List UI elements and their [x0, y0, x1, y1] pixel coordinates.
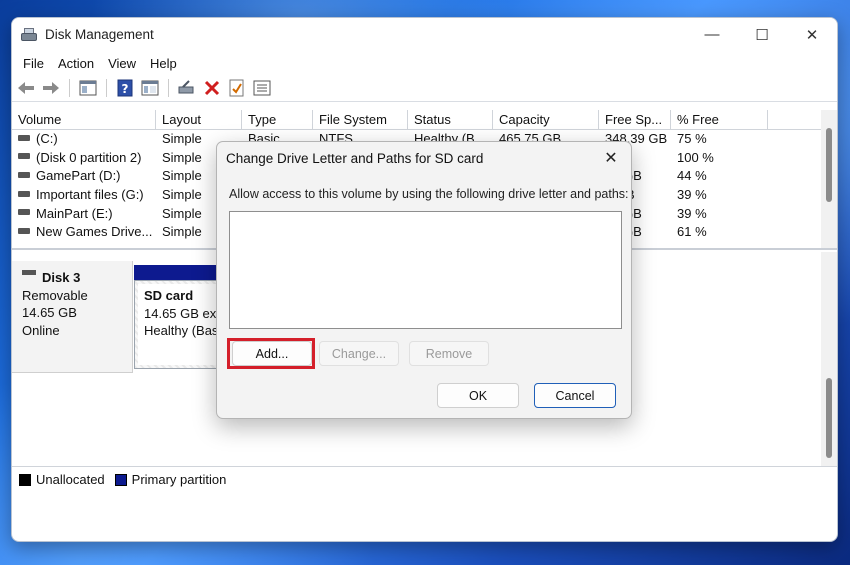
percent-free-cell: 100 % — [677, 149, 714, 165]
legend-bar: Unallocated Primary partition — [12, 466, 837, 492]
volume-cell: Important files (G:) — [12, 186, 156, 205]
volume-list-scrollbar[interactable] — [821, 110, 837, 248]
cancel-button[interactable]: Cancel — [534, 383, 616, 408]
title-bar: Disk Management — ☐ ✕ — [12, 18, 837, 51]
volume-name: GamePart (D:) — [36, 168, 121, 184]
disk-management-app-icon — [21, 27, 39, 42]
remove-button[interactable]: Remove — [409, 341, 489, 366]
disk-size: 14.65 GB — [22, 305, 77, 320]
volume-cell: (Disk 0 partition 2) — [12, 149, 156, 168]
unallocated-swatch — [19, 473, 31, 486]
volume-list-scroll-thumb[interactable] — [826, 128, 832, 202]
partition-status: Healthy (Bas — [144, 323, 219, 338]
volume-icon — [18, 153, 30, 160]
primary-partition-bar — [134, 265, 224, 280]
volume-cell: New Games Drive... — [12, 223, 156, 242]
add-button[interactable]: Add... — [232, 341, 312, 366]
drive-paths-list[interactable] — [229, 211, 622, 329]
column-header-free-space[interactable]: Free Sp... — [599, 110, 671, 129]
forward-arrow-icon[interactable] — [40, 78, 62, 98]
disk-name: Disk 3 — [42, 270, 81, 285]
column-header-capacity[interactable]: Capacity — [493, 110, 599, 129]
percent-free-cell: 39 % — [677, 187, 707, 203]
volume-icon — [18, 134, 30, 141]
disk-pane-scroll-thumb[interactable] — [826, 378, 832, 458]
disk-pane-scrollbar[interactable] — [821, 252, 837, 466]
disk-3-label[interactable]: Disk 3 Removable 14.65 GB Online — [12, 261, 133, 373]
window-title: Disk Management — [45, 27, 154, 42]
change-drive-letter-dialog: Change Drive Letter and Paths for SD car… — [216, 141, 632, 419]
percent-free-cell: 75 % — [677, 131, 707, 146]
change-button[interactable]: Change... — [319, 341, 399, 366]
properties-icon[interactable] — [77, 78, 99, 98]
toolbar-separator — [168, 79, 169, 97]
window-controls: — ☐ ✕ — [687, 18, 837, 51]
dialog-description: Allow access to this volume by using the… — [229, 187, 629, 201]
disk-kind: Removable — [22, 287, 88, 303]
column-header-status[interactable]: Status — [408, 110, 493, 129]
legend-primary-label: Primary partition — [131, 472, 227, 487]
legend-primary-partition: Primary partition — [114, 472, 227, 487]
partition-size: 14.65 GB exF — [144, 305, 220, 321]
console-tree-icon[interactable] — [139, 78, 161, 98]
help-icon[interactable]: ? — [114, 78, 136, 98]
volume-icon — [18, 171, 30, 178]
volume-name: (C:) — [36, 131, 58, 146]
volume-icon — [18, 228, 30, 234]
primary-partition-swatch — [114, 473, 127, 486]
menu-help[interactable]: Help — [143, 56, 184, 71]
disk-state: Online — [22, 322, 60, 338]
partition-body: SD card 14.65 GB exF Healthy (Bas — [134, 280, 224, 369]
volume-cell: MainPart (E:) — [12, 205, 156, 224]
menu-bar: File Action View Help — [12, 51, 837, 75]
percent-free-cell: 39 % — [677, 205, 707, 221]
volume-table-header: Volume Layout Type File System Status Ca… — [12, 110, 837, 130]
column-header-percent-free[interactable]: % Free — [671, 110, 768, 129]
dialog-close-button[interactable]: ✕ — [591, 142, 631, 174]
disk-icon — [22, 270, 36, 276]
menu-action[interactable]: Action — [51, 56, 101, 71]
menu-view[interactable]: View — [101, 56, 143, 71]
svg-text:?: ? — [122, 82, 129, 96]
volume-cell: (C:) — [12, 130, 156, 149]
column-header-type[interactable]: Type — [242, 110, 313, 129]
column-header-volume[interactable]: Volume — [12, 110, 156, 129]
ok-button[interactable]: OK — [437, 383, 519, 408]
toolbar-separator — [106, 79, 107, 97]
close-button[interactable]: ✕ — [787, 18, 837, 51]
sd-card-partition[interactable]: SD card 14.65 GB exF Healthy (Bas — [134, 265, 224, 369]
percent-free-cell: 61 % — [677, 224, 707, 240]
volume-name: Important files (G:) — [36, 187, 144, 203]
legend-unallocated: Unallocated — [19, 472, 105, 487]
volume-icon — [18, 190, 30, 197]
toolbar-separator — [69, 79, 70, 97]
volume-name: MainPart (E:) — [36, 205, 113, 221]
percent-free-cell: 44 % — [677, 168, 707, 184]
connect-icon[interactable] — [176, 78, 198, 98]
check-icon[interactable] — [226, 78, 248, 98]
volume-cell: GamePart (D:) — [12, 167, 156, 186]
list-icon[interactable] — [251, 78, 273, 98]
dialog-title: Change Drive Letter and Paths for SD car… — [226, 150, 484, 166]
volume-icon — [18, 209, 30, 216]
delete-icon[interactable] — [201, 78, 223, 98]
partition-info: SD card 14.65 GB exF Healthy (Bas — [138, 284, 220, 365]
toolbar: ? — [12, 75, 837, 102]
legend-unallocated-label: Unallocated — [36, 472, 105, 487]
volume-name: New Games Drive... — [36, 224, 153, 240]
maximize-button[interactable]: ☐ — [737, 18, 787, 51]
partition-name: SD card — [144, 288, 194, 303]
minimize-button[interactable]: — — [687, 18, 737, 51]
column-header-layout[interactable]: Layout — [156, 110, 242, 129]
column-header-file-system[interactable]: File System — [313, 110, 408, 129]
volume-name: (Disk 0 partition 2) — [36, 149, 142, 165]
menu-file[interactable]: File — [16, 56, 51, 71]
back-arrow-icon[interactable] — [15, 78, 37, 98]
